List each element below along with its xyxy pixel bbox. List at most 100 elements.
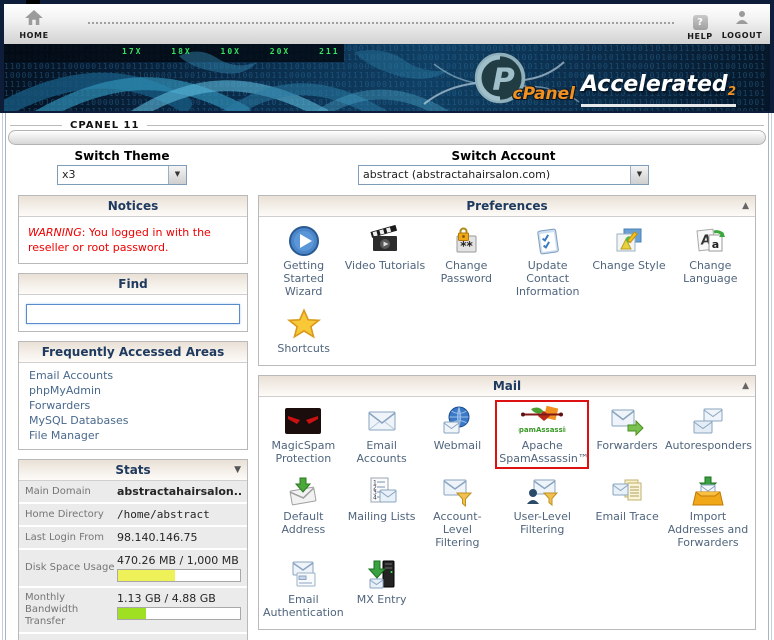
top-frame: HOME HELP LOGOUT 01001001110000110110111… (0, 0, 774, 113)
icon-item-change-style[interactable]: Change Style (588, 223, 669, 298)
icon-item-user-level-filtering[interactable]: User-Level Filtering (495, 474, 589, 549)
icon-item-label: Default Address (263, 510, 344, 536)
stats-row-value: abstractahairsalon... (117, 485, 241, 498)
frequently-accessed-header: Frequently Accessed Areas (19, 342, 247, 363)
feature-sections: Preferences Getting Started WizardVideo T… (258, 195, 756, 639)
help-icon (693, 15, 708, 30)
icon-item-label: Account-Level Filtering (420, 510, 496, 549)
stats-row-label: Home Directory (25, 509, 117, 521)
icon-item-video-tutorials[interactable]: Video Tutorials (344, 223, 425, 298)
icon-item-label: Webmail (434, 439, 482, 452)
password-lock-icon: ** (450, 223, 482, 259)
logout-label: LOGOUT (720, 31, 764, 40)
icon-item-label: Email Authentication (263, 593, 344, 619)
icon-item-label: Apache SpamAssassin™ (499, 439, 585, 465)
rounded-tab-bar (8, 130, 766, 145)
account-select[interactable]: abstract (abstractahairsalon.com) (358, 165, 649, 185)
stats-row-main-domain: Main Domainabstractahairsalon... (19, 481, 247, 504)
webmail-icon (441, 403, 473, 439)
cpanel-logo: P cPanel Accelerated2 (473, 51, 736, 107)
icon-item-autoresponders[interactable]: Autoresponders (665, 403, 751, 466)
left-edge-inner (5, 113, 6, 640)
icon-item-magicspam-protection[interactable]: MagicSpam Protection (263, 403, 344, 466)
envelope-icon (366, 403, 398, 439)
sidebar-link-file-manager[interactable]: File Manager (29, 428, 237, 443)
stats-row-value: 98.140.146.75 (117, 531, 241, 544)
home-icon (25, 10, 43, 25)
icon-item-import-addresses-and-forwarders[interactable]: Import Addresses and Forwarders (665, 474, 751, 549)
import-box-icon (692, 474, 724, 510)
left-edge-outer (2, 113, 3, 640)
theme-select-value: x3 (58, 166, 168, 184)
right-edge-outer (771, 113, 772, 640)
right-edge-inner (768, 113, 769, 640)
stats-header[interactable]: Stats (19, 460, 247, 481)
section-header-preferences[interactable]: Preferences (259, 196, 755, 217)
icon-item-change-password[interactable]: **Change Password (426, 223, 507, 298)
chevron-down-icon[interactable] (168, 166, 186, 184)
icon-item-getting-started-wizard[interactable]: Getting Started Wizard (263, 223, 344, 298)
sidebar-link-mysql-databases[interactable]: MySQL Databases (29, 413, 237, 428)
svg-text:4: 4 (373, 495, 377, 502)
icon-item-label: Change Language (670, 259, 751, 285)
icon-item-label: Import Addresses and Forwarders (665, 510, 751, 549)
help-button[interactable]: HELP (682, 10, 718, 41)
usage-bar (117, 607, 241, 620)
icon-item-mx-entry[interactable]: MX Entry (344, 557, 420, 619)
frequently-accessed-links: Email AccountsphpMyAdminForwardersMySQL … (19, 363, 247, 449)
play-circle-icon (288, 223, 320, 259)
help-label: HELP (682, 32, 718, 41)
brand-accelerated-text: Accelerated2 (581, 72, 736, 107)
switch-theme-label: Switch Theme (57, 149, 187, 163)
icon-item-label: Email Trace (596, 510, 659, 523)
svg-text:P: P (492, 63, 514, 98)
icon-item-label: Video Tutorials (345, 259, 426, 272)
user-filter-icon (526, 474, 558, 510)
brand-sub-2: 2 (728, 84, 736, 98)
email-trace-icon (611, 474, 643, 510)
sidebar-link-email-accounts[interactable]: Email Accounts (29, 368, 237, 383)
icon-item-account-level-filtering[interactable]: Account-Level Filtering (420, 474, 496, 549)
icon-item-webmail[interactable]: Webmail (420, 403, 496, 466)
frequently-accessed-panel: Frequently Accessed Areas Email Accounts… (18, 341, 248, 450)
icon-grid: Getting Started WizardVideo Tutorials**C… (259, 217, 755, 365)
top-toolbar: HOME HELP LOGOUT (4, 4, 770, 45)
stats-row-email-accounts: Email Accounts2 / 100 (19, 634, 247, 640)
stats-row-value: /home/abstract (117, 508, 241, 521)
usage-bar-fill (118, 570, 175, 581)
stats-rows: Main Domainabstractahairsalon... Home Dir… (19, 481, 247, 640)
icon-item-forwarders[interactable]: Forwarders (589, 403, 665, 466)
led-ticker-text: 17X 18X 10X 20X 211 (122, 47, 340, 56)
icon-item-update-contact-information[interactable]: Update Contact Information (507, 223, 588, 298)
section-header-mail[interactable]: Mail (259, 376, 755, 397)
home-label: HOME (14, 31, 54, 40)
legend-line-right (147, 125, 764, 126)
icon-item-label: Email Accounts (344, 439, 420, 465)
sidebar-link-forwarders[interactable]: Forwarders (29, 398, 237, 413)
icon-item-shortcuts[interactable]: Shortcuts (263, 306, 344, 355)
sidebar-link-phpmyadmin[interactable]: phpMyAdmin (29, 383, 237, 398)
icon-item-mailing-lists[interactable]: 1234Mailing Lists (344, 474, 420, 549)
theme-select[interactable]: x3 (57, 165, 187, 185)
stats-row-disk-space-usage: Disk Space Usage470.26 MB / 1,000 MB (19, 550, 247, 588)
svg-text:SpamAssassin: SpamAssassin (518, 426, 566, 434)
logout-button[interactable]: LOGOUT (720, 10, 764, 40)
icon-item-email-accounts[interactable]: Email Accounts (344, 403, 420, 466)
icon-item-default-address[interactable]: Default Address (263, 474, 344, 549)
switch-row: Switch Theme x3 Switch Account abstract … (0, 149, 774, 191)
chevron-down-icon[interactable] (630, 166, 648, 184)
switch-theme-group: Switch Theme x3 (57, 149, 187, 185)
icon-item-change-language[interactable]: AaChange Language (670, 223, 751, 298)
icon-item-email-trace[interactable]: Email Trace (589, 474, 665, 549)
icon-item-label: Change Password (426, 259, 507, 285)
icon-item-label: Autoresponders (665, 439, 751, 452)
section-mail: Mail MagicSpam ProtectionEmail Accounts We… (258, 375, 756, 630)
icon-item-apache-spamassassin[interactable]: SpamAssassin Apache SpamAssassin™ (495, 400, 589, 469)
spamassassin-icon: SpamAssassin (518, 403, 566, 439)
brand-cpanel-text: cPanel (513, 81, 575, 107)
usage-bar-fill (118, 608, 146, 619)
find-input[interactable] (26, 304, 240, 324)
home-button[interactable]: HOME (14, 10, 54, 40)
icon-item-email-authentication[interactable]: Email Authentication (263, 557, 344, 619)
mx-entry-icon (366, 557, 398, 593)
